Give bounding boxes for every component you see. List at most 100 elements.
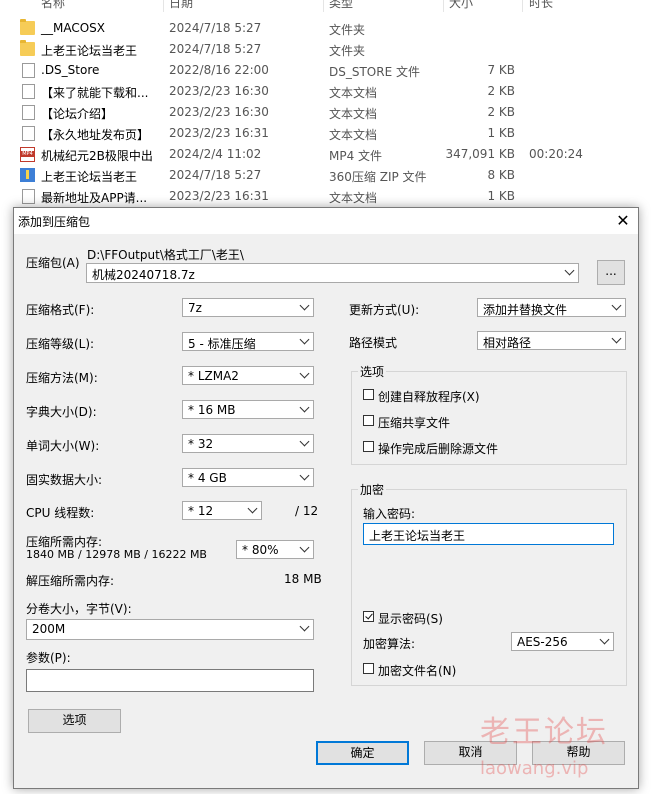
word-size-select[interactable]: * 32 <box>182 434 314 453</box>
file-type: DS_STORE 文件 <box>329 65 420 79</box>
file-row[interactable]: __MACOSX 2024/7/18 5:27 文件夹 <box>0 18 667 39</box>
memory-detail: 1840 MB / 12978 MB / 16222 MB <box>26 548 207 561</box>
file-row[interactable]: .DS_Store 2022/8/16 22:00 DS_STORE 文件 7 … <box>0 60 667 81</box>
decompress-memory-value: 18 MB <box>284 572 322 586</box>
file-date: 2023/2/23 16:31 <box>169 126 269 140</box>
column-header: 名称 日期 类型 大小 时长 <box>0 0 667 12</box>
file-date: 2024/7/18 5:27 <box>169 168 262 182</box>
delete-after-label: 操作完成后删除源文件 <box>378 442 499 456</box>
file-name: __MACOSX <box>41 21 106 35</box>
archive-path: D:\FFOutput\格式工厂\老王\ <box>87 248 244 262</box>
compress-shared-label: 压缩共享文件 <box>378 416 451 430</box>
method-label: 压缩方法(M): <box>26 371 98 385</box>
file-type: 文件夹 <box>329 23 366 37</box>
chevron-down-icon[interactable] <box>301 438 309 446</box>
file-row[interactable]: 【来了就能下载和... 2023/2/23 16:30 文本文档 2 KB <box>0 81 667 102</box>
chevron-down-icon[interactable] <box>301 544 309 552</box>
file-icon <box>22 189 35 204</box>
file-date: 2023/2/23 16:30 <box>169 84 269 98</box>
file-name: 上老王论坛当老王 <box>41 170 138 184</box>
column-date[interactable]: 日期 <box>169 0 193 11</box>
password-value: 上老王论坛当老王 <box>369 529 466 543</box>
file-type: 文本文档 <box>329 107 378 121</box>
file-date: 2024/2/4 11:02 <box>169 147 262 161</box>
file-name: 最新地址及APP请... <box>41 191 148 205</box>
path-mode-select[interactable]: 相对路径 <box>477 331 626 350</box>
folder-icon <box>20 19 35 35</box>
file-row[interactable]: 机械纪元2B极限中出 2024/2/4 11:02 MP4 文件 347,091… <box>0 144 667 165</box>
file-row[interactable]: 最新地址及APP请... 2023/2/23 16:31 文本文档 1 KB <box>0 186 667 207</box>
chevron-down-icon[interactable] <box>249 505 257 513</box>
path-mode-label: 路径模式 <box>349 336 398 350</box>
update-mode-select[interactable]: 添加并替换文件 <box>477 298 626 317</box>
password-input[interactable]: 上老王论坛当老王 <box>363 523 614 545</box>
file-date: 2024/7/18 5:27 <box>169 21 262 35</box>
chevron-down-icon[interactable] <box>301 404 309 412</box>
file-date: 2023/2/23 16:30 <box>169 105 269 119</box>
password-label: 输入密码: <box>363 507 416 521</box>
cpu-threads-select[interactable]: * 12 <box>182 501 262 520</box>
chevron-down-icon[interactable] <box>566 267 574 275</box>
file-row[interactable]: 【论坛介绍】 2023/2/23 16:30 文本文档 2 KB <box>0 102 667 123</box>
browse-button[interactable]: ... <box>597 260 625 285</box>
archive-label: 压缩包(A) <box>26 256 80 270</box>
volume-size-label: 分卷大小，字节(V): <box>26 602 132 616</box>
encryption-group-title: 加密 <box>358 481 387 498</box>
chevron-down-icon[interactable] <box>613 335 621 343</box>
level-select[interactable]: 5 - 标准压缩 <box>182 332 314 351</box>
archive-name-combo[interactable]: 机械20240718.7z <box>86 263 579 283</box>
file-icon <box>22 63 35 78</box>
file-icon <box>22 126 35 141</box>
column-type[interactable]: 类型 <box>329 0 353 11</box>
file-type: MP4 文件 <box>329 149 383 163</box>
word-size-value: * 32 <box>188 437 214 451</box>
chevron-down-icon[interactable] <box>301 336 309 344</box>
file-size: 347,091 KB <box>445 147 515 161</box>
dict-size-value: * 16 MB <box>188 403 236 417</box>
memory-usage-value: * 80% <box>242 543 279 557</box>
file-duration: 00:20:24 <box>529 147 583 161</box>
dict-size-select[interactable]: * 16 MB <box>182 400 314 419</box>
chevron-down-icon[interactable] <box>301 472 309 480</box>
file-row[interactable]: 上老王论坛当老王 2024/7/18 5:27 文件夹 <box>0 39 667 60</box>
encryption-method-value: AES-256 <box>517 635 568 649</box>
cpu-threads-value: * 12 <box>188 504 214 518</box>
zip-icon <box>20 168 35 182</box>
file-name: 机械纪元2B极限中出 <box>41 149 153 163</box>
format-value: 7z <box>188 301 202 315</box>
ok-button[interactable]: 确定 <box>316 741 409 765</box>
chevron-down-icon[interactable] <box>601 636 609 644</box>
file-type: 文本文档 <box>329 128 378 142</box>
path-mode-value: 相对路径 <box>483 336 532 350</box>
dialog-titlebar[interactable]: 添加到压缩包 ✕ <box>14 208 638 234</box>
file-name: 【论坛介绍】 <box>41 107 114 121</box>
update-mode-label: 更新方式(U): <box>349 303 420 317</box>
close-icon[interactable]: ✕ <box>608 208 638 234</box>
file-date: 2024/7/18 5:27 <box>169 42 262 56</box>
encrypt-names-label: 加密文件名(N) <box>378 664 457 678</box>
file-type: 文本文档 <box>329 86 378 100</box>
column-duration[interactable]: 时长 <box>529 0 553 11</box>
file-size: 8 KB <box>487 168 515 182</box>
parameters-label: 参数(P): <box>26 651 71 665</box>
file-size: 1 KB <box>487 126 515 140</box>
chevron-down-icon[interactable] <box>613 302 621 310</box>
solid-size-label: 固实数据大小: <box>26 473 103 487</box>
file-row[interactable]: 上老王论坛当老王 2024/7/18 5:27 360压缩 ZIP 文件 8 K… <box>0 165 667 186</box>
parameters-input[interactable] <box>26 669 314 692</box>
encryption-method-select[interactable]: AES-256 <box>511 632 614 651</box>
column-size[interactable]: 大小 <box>449 0 473 11</box>
format-select[interactable]: 7z <box>182 298 314 317</box>
file-size: 1 KB <box>487 189 515 203</box>
chevron-down-icon[interactable] <box>301 623 309 631</box>
chevron-down-icon[interactable] <box>301 302 309 310</box>
column-name[interactable]: 名称 <box>41 0 65 11</box>
solid-size-select[interactable]: * 4 GB <box>182 468 314 487</box>
volume-size-combo[interactable]: 200M <box>26 619 314 640</box>
options-button[interactable]: 选项 <box>28 709 121 733</box>
file-row[interactable]: 【永久地址发布页】 2023/2/23 16:31 文本文档 1 KB <box>0 123 667 144</box>
chevron-down-icon[interactable] <box>301 370 309 378</box>
memory-usage-select[interactable]: * 80% <box>236 540 314 559</box>
method-select[interactable]: * LZMA2 <box>182 366 314 385</box>
file-name: .DS_Store <box>41 63 100 77</box>
